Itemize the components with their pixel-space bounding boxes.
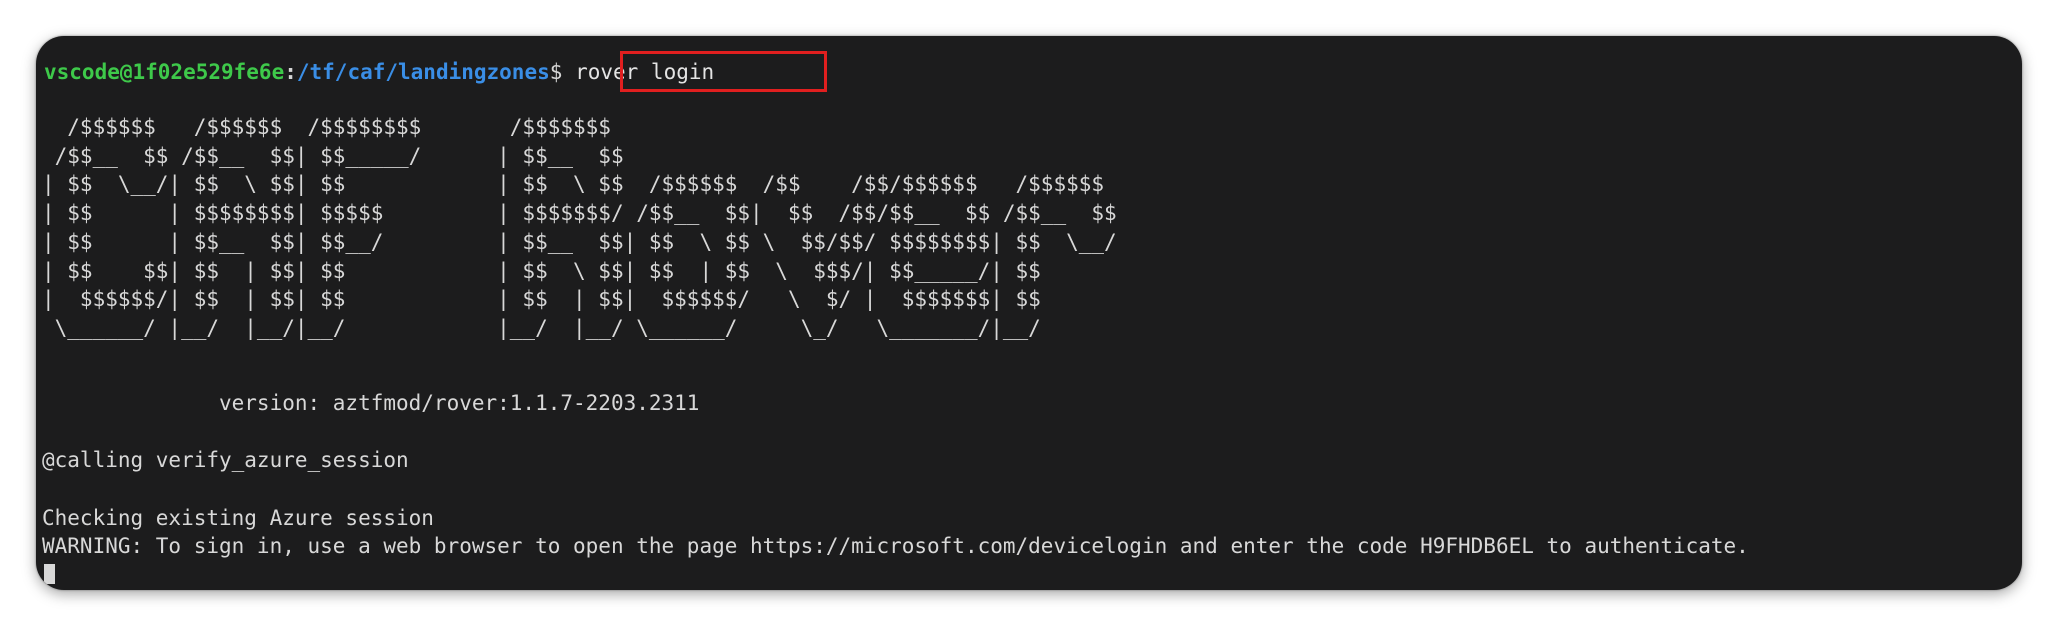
calling-line: @calling verify_azure_session (42, 448, 409, 472)
prompt-path: /tf/caf/landingzones (296, 60, 550, 84)
command-highlight-box (620, 51, 827, 92)
checking-session-line: Checking existing Azure session (42, 506, 434, 530)
command-prompt-line: vscode@1f02e529fe6e:/tf/caf/landingzones… (44, 56, 714, 88)
terminal-window[interactable]: vscode@1f02e529fe6e:/tf/caf/landingzones… (36, 36, 2022, 590)
version-line: version: aztfmod/rover:1.1.7-2203.2311 (42, 391, 700, 415)
prompt-separator: : (284, 60, 297, 84)
prompt-symbol: $ (549, 60, 563, 84)
prompt-user-host: vscode@1f02e529fe6e (44, 60, 285, 84)
warning-line: WARNING: To sign in, use a web browser t… (42, 534, 1749, 558)
caf-rover-ascii-banner: /$$$$$$ /$$$$$$ /$$$$$$$$ /$$$$$$$ /$$__… (42, 115, 1117, 340)
terminal-cursor (44, 564, 55, 584)
